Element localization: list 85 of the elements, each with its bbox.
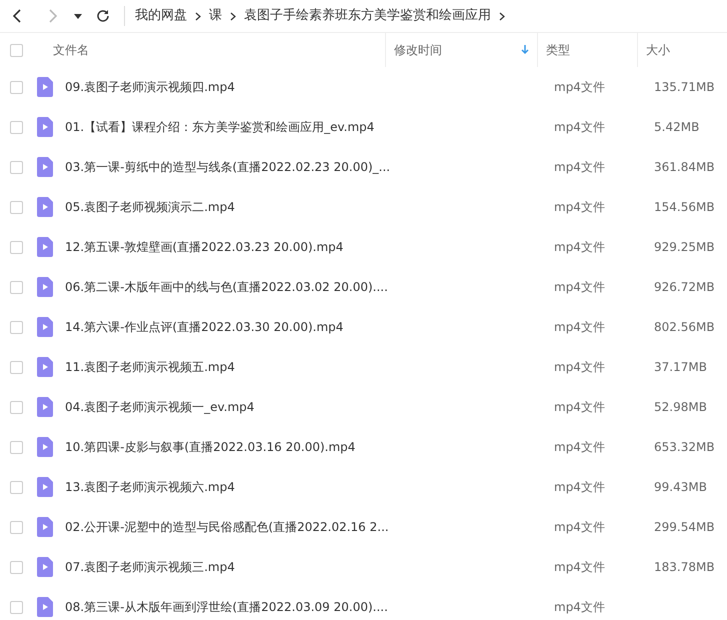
- file-type: mp4文件: [554, 560, 605, 574]
- file-name[interactable]: 03.第一课-剪纸中的造型与线条(直播2022.02.23 20.00)_...: [65, 160, 390, 174]
- file-size: 299.54MB: [654, 520, 715, 534]
- file-size: 99.43MB: [654, 480, 707, 494]
- file-name[interactable]: 07.袁图子老师演示视频三.mp4: [65, 560, 235, 574]
- video-file-icon: [37, 477, 53, 497]
- file-size: 653.32MB: [654, 440, 715, 454]
- file-type: mp4文件: [554, 120, 605, 134]
- file-name[interactable]: 06.第二课-木版年画中的线与色(直播2022.03.02 20.00)....: [65, 280, 388, 294]
- video-file-icon: [37, 237, 53, 257]
- file-name[interactable]: 13.袁图子老师演示视频六.mp4: [65, 480, 235, 494]
- file-type: mp4文件: [554, 240, 605, 254]
- file-type: mp4文件: [554, 160, 605, 174]
- file-type: mp4文件: [554, 480, 605, 494]
- video-file-icon: [37, 157, 53, 177]
- sort-arrow-icon: [521, 45, 529, 55]
- file-name[interactable]: 02.公开课-泥塑中的造型与民俗感配色(直播2022.02.16 2...: [65, 520, 389, 534]
- file-size: 183.78MB: [654, 560, 715, 574]
- video-file-icon: [37, 357, 53, 377]
- file-name[interactable]: 11.袁图子老师演示视频五.mp4: [65, 360, 235, 374]
- video-file-icon: [37, 277, 53, 297]
- checkbox[interactable]: [10, 600, 23, 614]
- checkbox[interactable]: [10, 400, 23, 414]
- file-size: 135.71MB: [654, 80, 715, 94]
- checkbox[interactable]: [10, 360, 23, 374]
- file-type: mp4文件: [554, 400, 605, 414]
- breadcrumb-link[interactable]: 袁图子手绘素养班东方美学鉴赏和绘画应用: [244, 6, 491, 26]
- video-file-icon: [37, 517, 53, 537]
- file-size: 52.98MB: [654, 400, 707, 414]
- file-size: 929.25MB: [654, 240, 715, 254]
- file-type: mp4文件: [554, 200, 605, 214]
- column-header[interactable]: 修改时间: [385, 33, 537, 67]
- file-type: mp4文件: [554, 520, 605, 534]
- video-file-icon: [37, 117, 53, 137]
- checkbox[interactable]: [10, 280, 23, 294]
- file-size: 361.84MB: [654, 160, 715, 174]
- checkbox[interactable]: [10, 520, 23, 534]
- back-icon[interactable]: [12, 9, 22, 23]
- checkbox[interactable]: [10, 480, 23, 494]
- video-file-icon: [37, 197, 53, 217]
- file-name[interactable]: 10.第四课-皮影与叙事(直播2022.03.16 20.00).mp4: [65, 440, 356, 454]
- chevron-icon: [230, 12, 236, 20]
- file-type: mp4文件: [554, 600, 605, 614]
- video-file-icon: [37, 437, 53, 457]
- checkbox[interactable]: [10, 160, 23, 174]
- file-type: mp4文件: [554, 320, 605, 334]
- file-name[interactable]: 05.袁图子老师视频演示二.mp4: [65, 200, 235, 214]
- file-size: 802.56MB: [654, 320, 715, 334]
- column-header[interactable]: 大小: [637, 33, 727, 67]
- forward-icon[interactable]: [48, 9, 58, 23]
- checkbox[interactable]: [10, 80, 23, 94]
- file-name[interactable]: 12.第五课-敦煌壁画(直播2022.03.23 20.00).mp4: [65, 240, 344, 254]
- file-type: mp4文件: [554, 280, 605, 294]
- video-file-icon: [37, 597, 53, 617]
- file-name[interactable]: 08.第三课-从木版年画到浮世绘(直播2022.03.09 20.00)....: [65, 600, 388, 614]
- video-file-icon: [37, 317, 53, 337]
- checkbox[interactable]: [10, 320, 23, 334]
- video-file-icon: [37, 77, 53, 97]
- select-all-checkbox[interactable]: [10, 44, 23, 56]
- file-size: 5.42MB: [654, 120, 700, 134]
- chevron-icon: [499, 12, 505, 20]
- file-type: mp4文件: [554, 440, 605, 454]
- chevron-icon: [195, 12, 201, 20]
- column-header[interactable]: 类型: [537, 33, 637, 67]
- dropdown-icon[interactable]: [74, 14, 82, 18]
- checkbox[interactable]: [10, 560, 23, 574]
- checkbox[interactable]: [10, 200, 23, 214]
- video-file-icon: [37, 397, 53, 417]
- file-name[interactable]: 01.【试看】课程介绍：东方美学鉴赏和绘画应用_ev.mp4: [65, 120, 374, 134]
- checkbox[interactable]: [10, 440, 23, 454]
- file-size: 926.72MB: [654, 280, 715, 294]
- breadcrumb-link[interactable]: 课: [209, 6, 222, 26]
- refresh-icon[interactable]: [96, 9, 110, 23]
- file-size: 37.17MB: [654, 360, 707, 374]
- column-header[interactable]: 文件名: [31, 33, 385, 67]
- file-type: mp4文件: [554, 360, 605, 374]
- file-name[interactable]: 14.第六课-作业点评(直播2022.03.30 20.00).mp4: [65, 320, 344, 334]
- video-file-icon: [37, 557, 53, 577]
- file-name[interactable]: 09.袁图子老师演示视频四.mp4: [65, 80, 235, 94]
- checkbox[interactable]: [10, 240, 23, 254]
- file-name[interactable]: 04.袁图子老师演示视频一_ev.mp4: [65, 400, 254, 414]
- file-size: 154.56MB: [654, 200, 715, 214]
- breadcrumb-link[interactable]: 我的网盘: [135, 6, 187, 26]
- file-type: mp4文件: [554, 80, 605, 94]
- checkbox[interactable]: [10, 120, 23, 134]
